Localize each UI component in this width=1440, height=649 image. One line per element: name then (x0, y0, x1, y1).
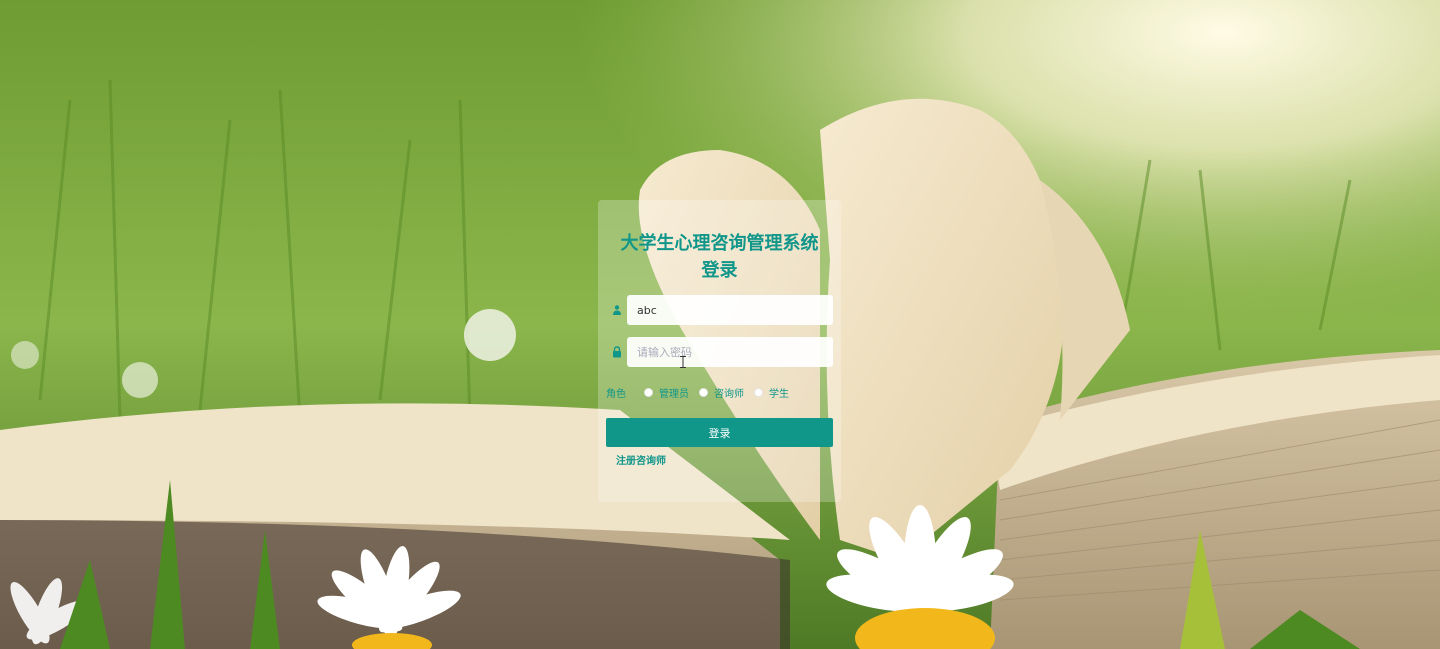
title-line-2: 登录 (701, 260, 738, 281)
radio-student[interactable] (754, 387, 763, 397)
text-cursor-icon (680, 356, 686, 368)
radio-counselor[interactable] (699, 387, 708, 397)
lock-icon (613, 346, 621, 358)
user-icon (613, 305, 621, 315)
role-option-label: 管理员 (659, 388, 689, 400)
role-label: 角色 (606, 388, 626, 400)
role-option-counselor[interactable]: 咨询师 (699, 385, 744, 400)
role-option-admin[interactable]: 管理员 (644, 385, 689, 400)
username-row (606, 295, 834, 325)
radio-admin[interactable] (644, 387, 653, 397)
role-option-student[interactable]: 学生 (754, 385, 789, 400)
username-input[interactable] (627, 295, 833, 325)
role-selector: 角色 管理员 咨询师 学生 (606, 383, 834, 401)
password-input[interactable] (627, 337, 833, 367)
title-line-1: 大学生心理咨询管理系统 (620, 233, 819, 254)
password-row (606, 337, 834, 367)
page-title: 大学生心理咨询管理系统 登录 (598, 230, 841, 284)
role-option-label: 咨询师 (714, 388, 744, 400)
login-button[interactable]: 登录 (606, 418, 833, 447)
role-option-label: 学生 (769, 388, 789, 400)
register-counselor-link[interactable]: 注册咨询师 (616, 452, 666, 467)
login-panel: 大学生心理咨询管理系统 登录 角色 管理员 咨询师 学生 登录 注册咨 (598, 200, 841, 502)
